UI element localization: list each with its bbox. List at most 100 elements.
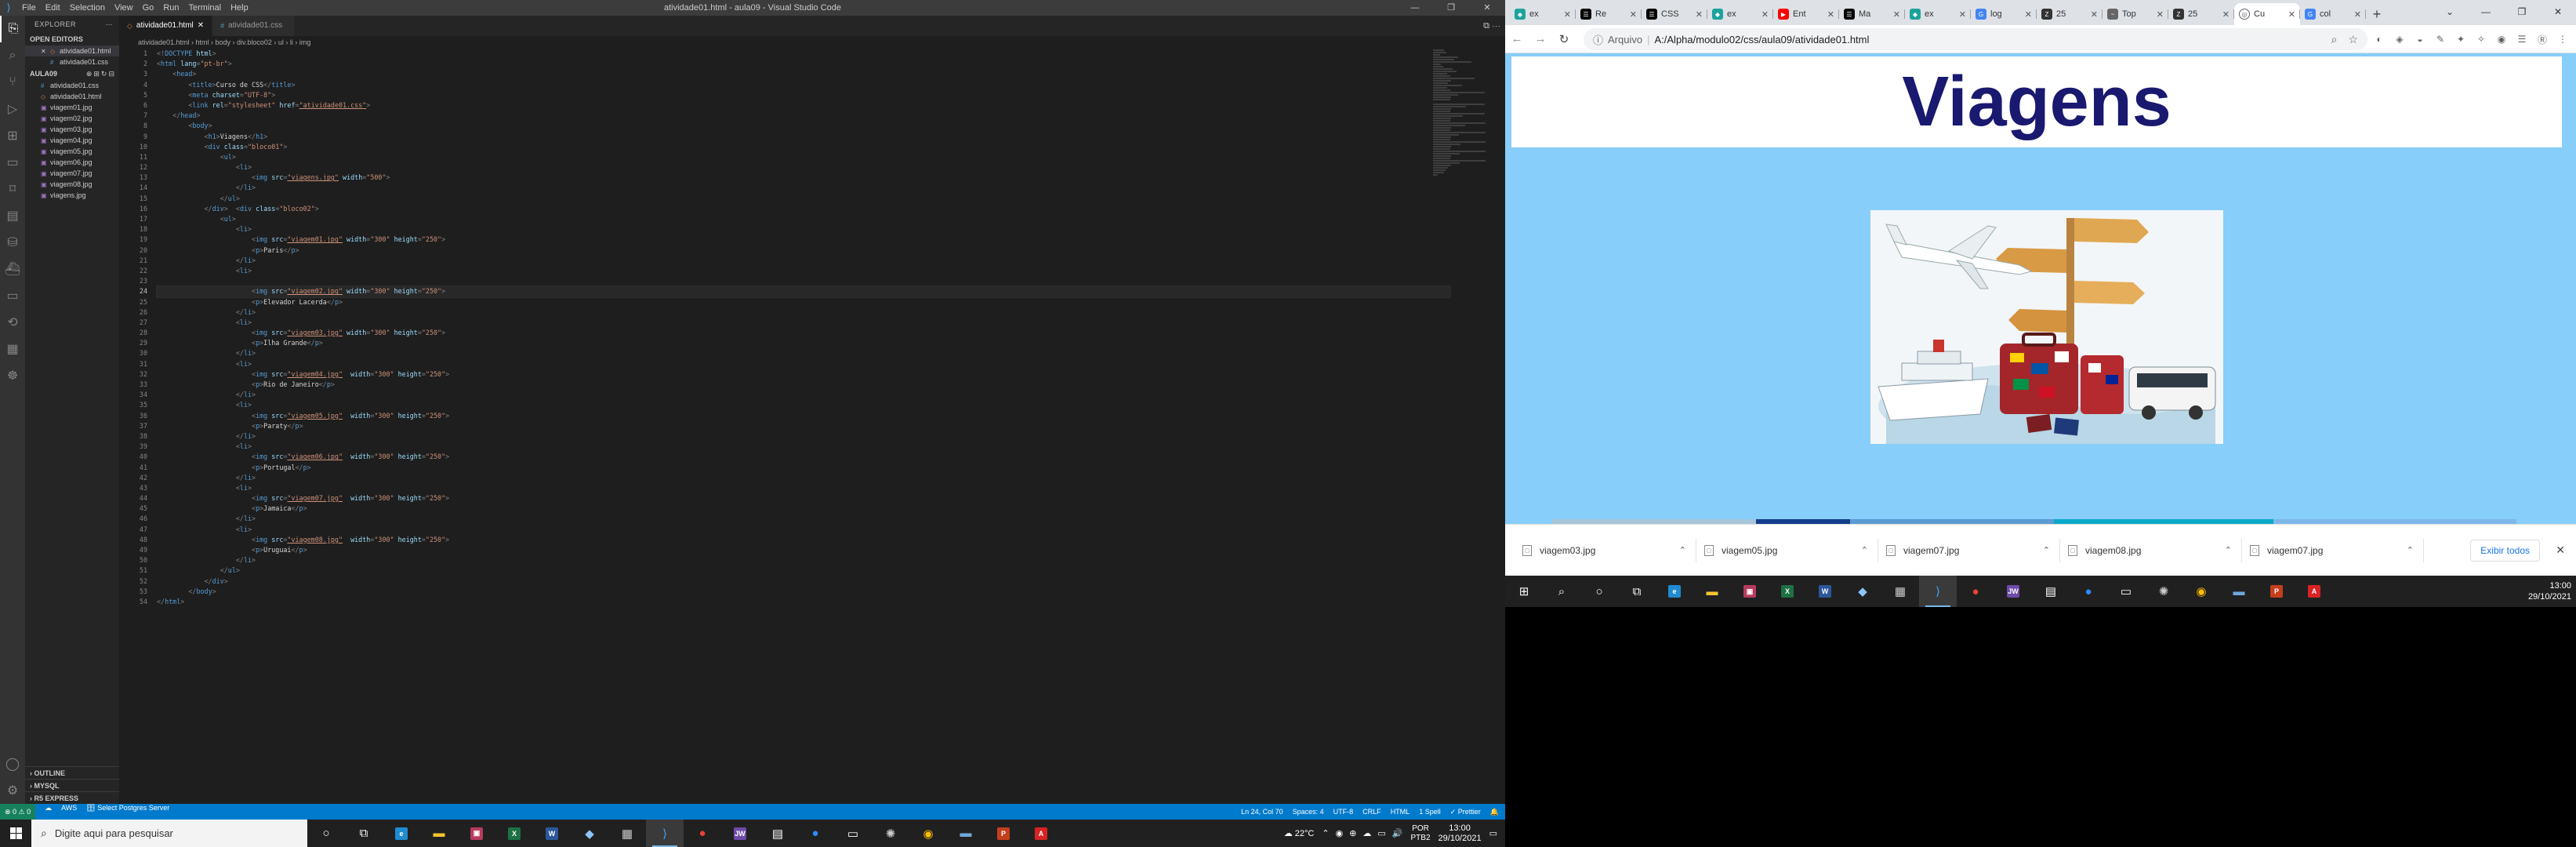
tab-close-icon[interactable]: ✕: [2354, 9, 2361, 20]
forward-icon[interactable]: →: [1529, 32, 1552, 45]
run-debug-icon[interactable]: ▷: [0, 96, 25, 122]
address-bar[interactable]: ⓘ Arquivo | A:/Alpha/modulo02/css/aula09…: [1584, 28, 2367, 50]
tab-close-icon[interactable]: ✕: [2288, 9, 2295, 20]
code-line[interactable]: </head>: [157, 111, 1450, 121]
notifications-icon[interactable]: ▭: [1489, 828, 1497, 838]
taskbar-file-explorer-button[interactable]: ▬: [420, 820, 458, 847]
minimap[interactable]: [1428, 49, 1499, 176]
more-actions-icon[interactable]: ⋯: [106, 16, 114, 33]
code-content[interactable]: <!DOCTYPE html> <html lang="pt-br"> <head…: [156, 49, 1451, 607]
code-line[interactable]: <p>Paraty</p>: [157, 421, 1450, 431]
code-line[interactable]: <p>Jamaica</p>: [157, 503, 1450, 514]
taskbar-word-button[interactable]: W: [1806, 576, 1844, 607]
file-item[interactable]: ◇ atividade01.html: [25, 91, 119, 102]
status-right-item[interactable]: Spaces: 4: [1293, 808, 1324, 816]
taskbar-chrome-button[interactable]: ◉: [909, 820, 947, 847]
taskbar-zoom-button[interactable]: ●: [2070, 576, 2107, 607]
file-item[interactable]: # atividade01.css: [25, 80, 119, 91]
menu-help[interactable]: Help: [226, 0, 253, 16]
code-line[interactable]: <!DOCTYPE html>: [157, 49, 1450, 59]
tab-close-icon[interactable]: ✕: [1893, 9, 1900, 20]
status-right-item[interactable]: HTML: [1391, 808, 1410, 816]
tab-close-icon[interactable]: ✕: [1696, 9, 1703, 20]
close-editor-icon[interactable]: ✕: [41, 46, 50, 57]
taskbar-start-button[interactable]: ⊞: [1505, 576, 1543, 607]
menu-run[interactable]: Run: [158, 0, 183, 16]
code-line[interactable]: </li>: [157, 183, 1450, 193]
extension-icon[interactable]: ◒: [2413, 32, 2427, 46]
extension-icon[interactable]: ◐: [2372, 32, 2386, 46]
taskbar-terminal-button[interactable]: ▭: [834, 820, 872, 847]
code-line[interactable]: <body>: [157, 121, 1450, 131]
editor-actions-icon[interactable]: ⧉ ⋯: [1483, 16, 1500, 36]
status-right-item[interactable]: 1 Spell: [1419, 808, 1441, 816]
puppet-icon[interactable]: ☸: [0, 362, 25, 389]
code-line[interactable]: <img src="viagem06.jpg" width="300" heig…: [157, 452, 1450, 462]
tab-search-icon[interactable]: ⌄: [2432, 0, 2468, 24]
file-item[interactable]: ▣ viagem07.jpg: [25, 168, 119, 179]
code-line[interactable]: <li>: [157, 442, 1450, 452]
download-item[interactable]: ▢ viagem07.jpg ⌃: [2242, 538, 2424, 562]
live-share-icon[interactable]: ⟲: [0, 309, 25, 336]
tab-close-icon[interactable]: ✕: [2091, 9, 2098, 20]
code-line[interactable]: </li>: [157, 307, 1450, 318]
taskbar-task-view-button[interactable]: ⧉: [345, 820, 383, 847]
code-line[interactable]: <img src="viagem01.jpg" width="300" heig…: [157, 234, 1450, 245]
menu-file[interactable]: File: [17, 0, 41, 16]
tab-close-icon[interactable]: ✕: [1564, 9, 1571, 20]
tab-close-icon[interactable]: ✕: [2222, 9, 2230, 20]
back-icon[interactable]: ←: [1505, 32, 1529, 45]
taskbar-terminal-button[interactable]: ▭: [2107, 576, 2145, 607]
code-line[interactable]: <li>: [157, 483, 1450, 493]
tab-close-icon[interactable]: ✕: [198, 16, 204, 36]
explorer-icon[interactable]: ⎘: [0, 16, 25, 42]
code-line[interactable]: </html>: [157, 597, 1450, 607]
code-line[interactable]: </ul>: [157, 194, 1450, 204]
extension-icon[interactable]: Ⓡ: [2535, 32, 2549, 46]
taskbar-calculator-button[interactable]: ▦: [1881, 576, 1919, 607]
code-line[interactable]: <head>: [157, 69, 1450, 79]
chevron-up-icon[interactable]: ⌃: [1861, 545, 1868, 555]
tab-close-icon[interactable]: ✕: [1761, 9, 1769, 20]
taskbar-edge-button[interactable]: e: [383, 820, 420, 847]
taskbar-app-gear-button[interactable]: ✺: [872, 820, 909, 847]
open-editor-item[interactable]: ✕ ◇ atividade01.html: [25, 45, 119, 56]
code-line[interactable]: <li>: [157, 224, 1450, 234]
browser-tab[interactable]: ◆ ex ✕: [1510, 3, 1576, 25]
browser-tab[interactable]: Glog ✕: [1971, 3, 2037, 25]
browser-tab[interactable]: ~ Top ✕: [2103, 3, 2168, 25]
code-line[interactable]: </body>: [157, 587, 1450, 597]
tab-atividade01-html[interactable]: ◇ atividade01.html ✕: [119, 16, 213, 36]
code-line[interactable]: </li>: [157, 431, 1450, 442]
tray-icon[interactable]: ☁: [1362, 828, 1371, 838]
tab-close-icon[interactable]: ✕: [2025, 9, 2032, 20]
code-line[interactable]: <meta charset="UTF-8">: [157, 90, 1450, 100]
extension-icon[interactable]: ✧: [2474, 32, 2488, 46]
code-line[interactable]: <p>Portugal</p>: [157, 463, 1450, 473]
taskbar-search-box[interactable]: ⌕ Digite aqui para pesquisar: [31, 820, 307, 847]
code-line[interactable]: <li>: [157, 359, 1450, 369]
status-left-item[interactable]: ☁: [45, 804, 52, 820]
menu-edit[interactable]: Edit: [41, 0, 65, 16]
code-line[interactable]: <p>Ilha Grande</p>: [157, 338, 1450, 348]
taskbar-vscode-button[interactable]: ⟩: [1919, 576, 1957, 607]
status-right-item[interactable]: UTF-8: [1333, 808, 1354, 816]
taskbar-powerpoint-red-button[interactable]: ▣: [1731, 576, 1769, 607]
code-line[interactable]: <p>Paris</p>: [157, 245, 1450, 256]
extension-icon[interactable]: ☰: [2515, 32, 2529, 46]
status-left-item[interactable]: ⊗ 0 ⚠ 0: [0, 804, 36, 820]
show-all-downloads-button[interactable]: Exibir todos: [2470, 539, 2540, 562]
taskbar-search-button[interactable]: ⌕: [1543, 576, 1580, 607]
tray-icon[interactable]: ⊕: [1349, 828, 1356, 838]
taskbar-vscode-button[interactable]: ⟩: [646, 820, 684, 847]
taskbar-chrome-red-button[interactable]: ●: [684, 820, 721, 847]
taskbar-powerpoint-button[interactable]: P: [985, 820, 1022, 847]
file-item[interactable]: ▣ viagem04.jpg: [25, 135, 119, 146]
download-item[interactable]: ▢ viagem07.jpg ⌃: [1878, 538, 2060, 562]
taskbar-edge-button[interactable]: e: [1656, 576, 1693, 607]
url-text[interactable]: A:/Alpha/modulo02/css/aula09/atividade01…: [1654, 34, 1869, 45]
maximize-icon[interactable]: ❐: [1433, 0, 1469, 16]
extension-icon[interactable]: ✎: [2433, 32, 2447, 46]
browser-tab[interactable]: ▶ Ent ✕: [1773, 3, 1839, 25]
bookmark-star-icon[interactable]: ☆: [2348, 33, 2358, 46]
